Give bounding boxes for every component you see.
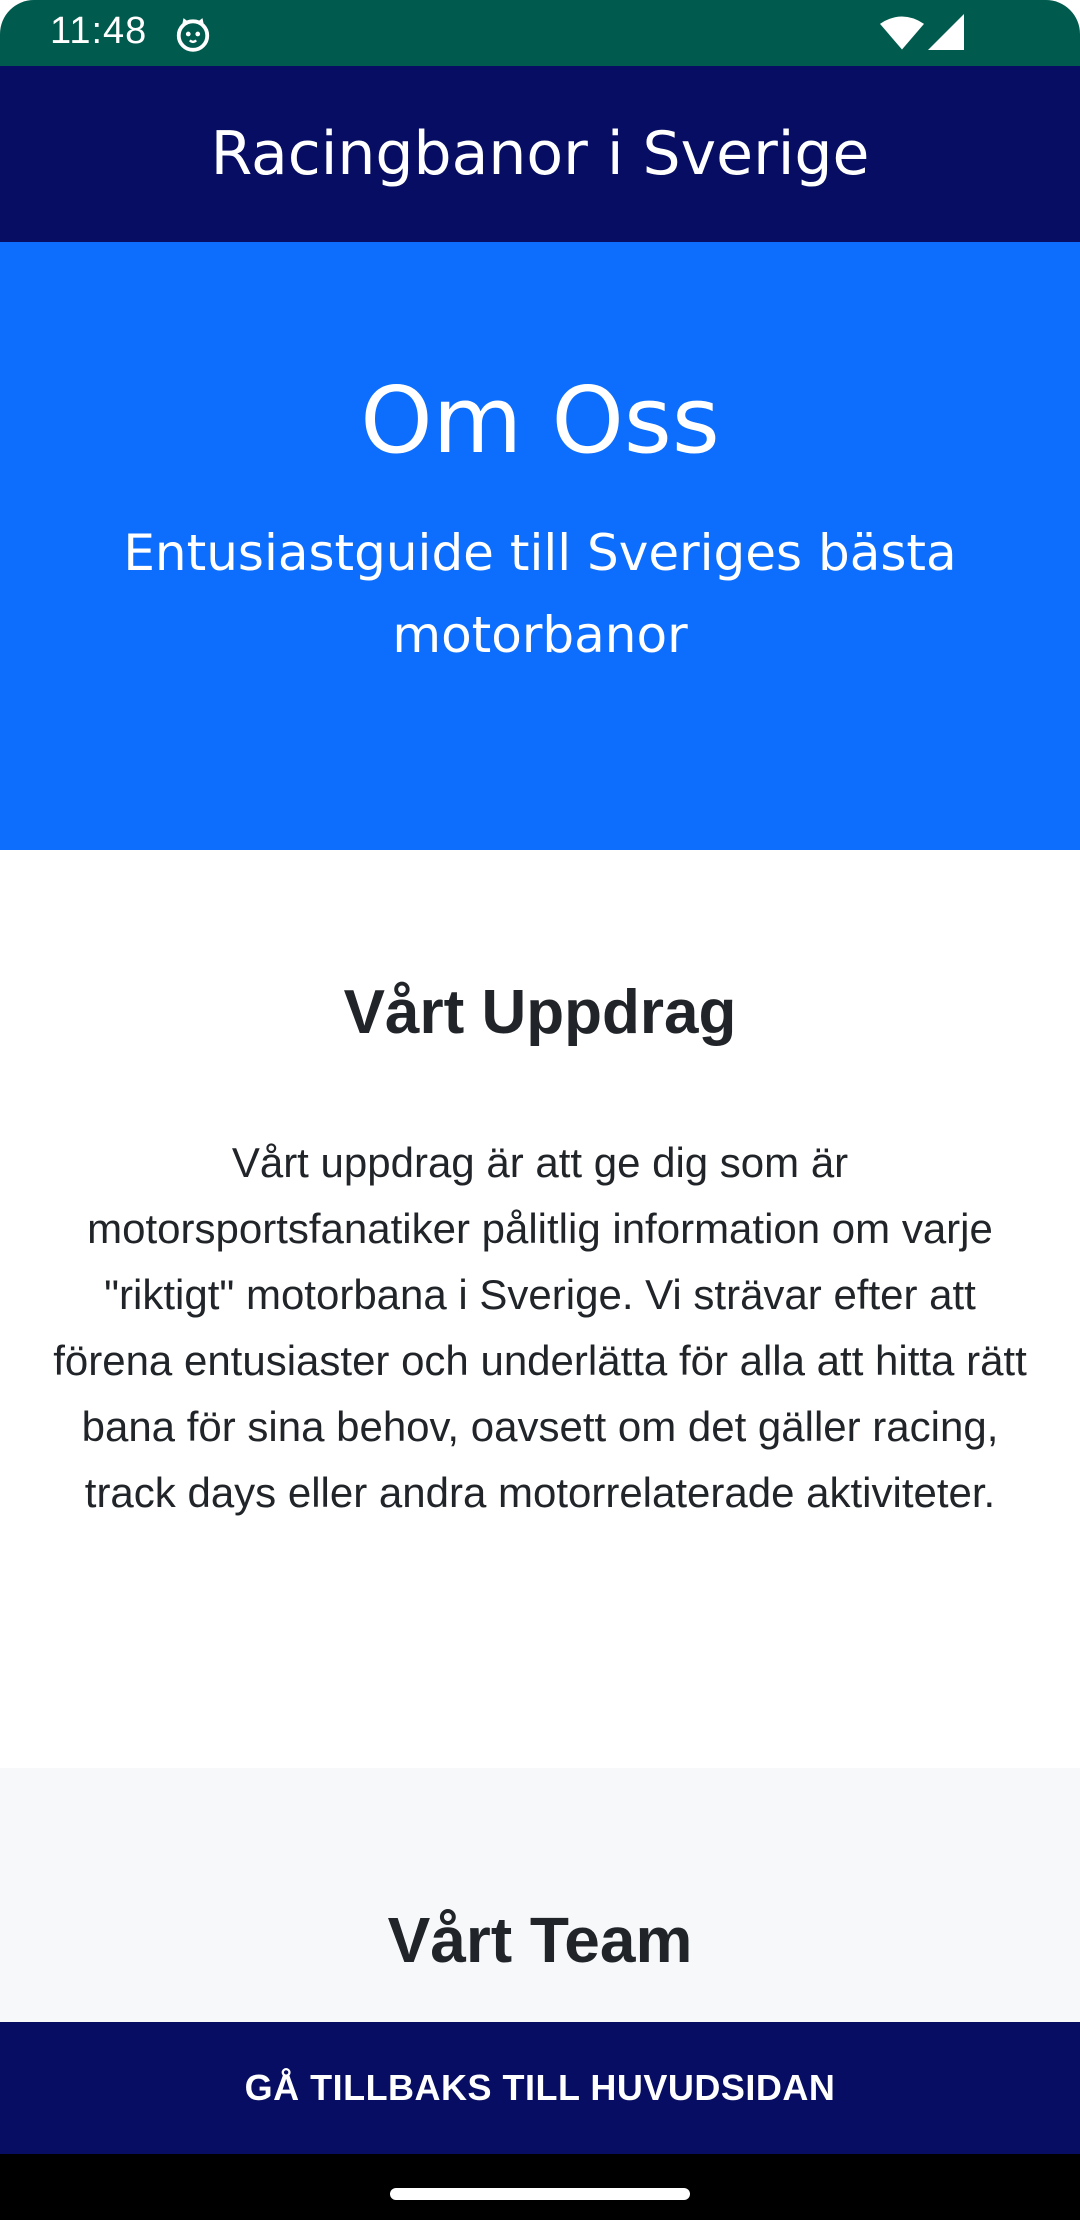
app-title: Racingbanor i Sverige: [210, 119, 870, 189]
screen: 11:48 Racingbanor i Sverige Om Oss Entus…: [0, 0, 1080, 2220]
home-gesture-handle[interactable]: [390, 2188, 690, 2200]
team-title: Vårt Team: [387, 1904, 693, 1976]
status-bar: 11:48: [0, 0, 1080, 66]
status-time: 11:48: [50, 10, 148, 52]
wifi-icon: [880, 16, 924, 50]
cat-notification-icon: [176, 18, 210, 52]
cell-signal-icon: [928, 14, 964, 50]
app-bar: Racingbanor i Sverige: [0, 66, 1080, 242]
hero-subtitle: Entusiastguide till Sveriges bästa motor…: [123, 524, 957, 664]
hero-section: Om Oss Entusiastguide till Sveriges bäst…: [0, 242, 1080, 850]
mission-section: Vårt Uppdrag Vårt uppdrag är att ge dig …: [0, 850, 1080, 1768]
team-section: Vårt Team: [0, 1768, 1080, 2022]
mission-title: Vårt Uppdrag: [343, 978, 737, 1047]
hero-title: Om Oss: [360, 367, 720, 474]
mission-text: Vårt uppdrag är att ge dig som är motors…: [53, 1139, 1027, 1516]
back-to-home-button[interactable]: GÅ TILLBAKS TILL HUVUDSIDAN: [0, 2022, 1080, 2154]
system-nav-bar: [0, 2154, 1080, 2220]
